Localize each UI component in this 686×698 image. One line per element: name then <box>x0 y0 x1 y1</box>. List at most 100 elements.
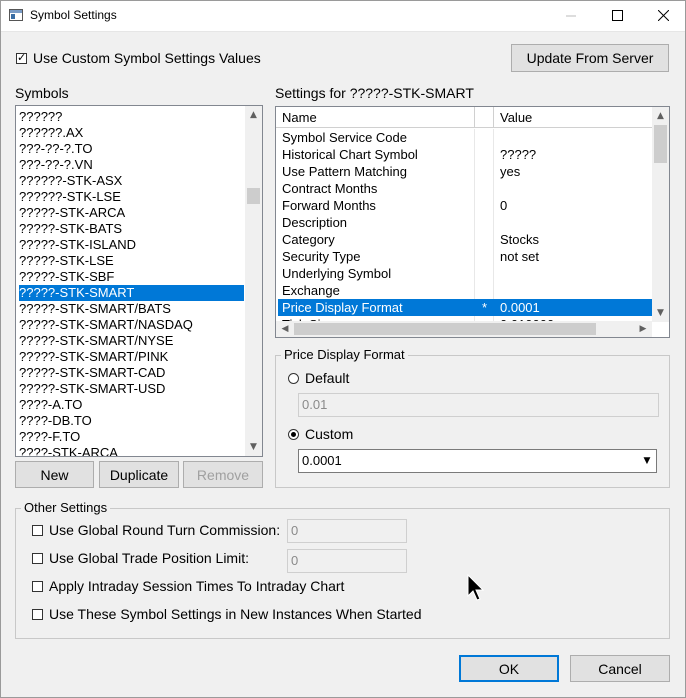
scroll-up-icon[interactable]: ▲ <box>245 108 262 122</box>
settings-row[interactable]: Description <box>278 214 652 231</box>
symbol-list-item[interactable]: ?????-STK-SBF <box>19 269 114 285</box>
symbol-list-item[interactable]: ?????-STK-SMART/PINK <box>19 349 168 365</box>
symbol-list-item[interactable]: ?????-STK-SMART-CAD <box>19 365 165 381</box>
setting-value[interactable]: Stocks <box>500 231 539 248</box>
grid-scroll-down-icon[interactable]: ▼ <box>652 306 669 320</box>
update-from-server-button[interactable]: Update From Server <box>511 44 669 72</box>
settings-row[interactable]: Underlying Symbol <box>278 265 652 282</box>
grid-body: Symbol Service Code Historical Chart Symb… <box>278 129 652 321</box>
col-name-header[interactable]: Name <box>282 110 317 125</box>
scroll-thumb[interactable] <box>247 188 260 204</box>
symbol-list-item[interactable]: ?????-STK-ARCA <box>19 205 125 221</box>
settings-row[interactable]: Category Stocks <box>278 231 652 248</box>
symbol-list-item[interactable]: ?????-STK-SMART/NYSE <box>19 333 173 349</box>
grid-scroll-thumb[interactable] <box>654 125 667 163</box>
grid-vscrollbar[interactable]: ▲ ▼ <box>652 107 669 322</box>
setting-name: Exchange <box>282 283 340 298</box>
other-settings-title: Other Settings <box>21 500 111 515</box>
symbol-list-item[interactable]: ??????-STK-LSE <box>19 189 121 205</box>
ok-button[interactable]: OK <box>459 655 559 682</box>
setting-modified-flag: * <box>482 300 488 315</box>
settings-row[interactable]: Symbol Service Code <box>278 129 652 146</box>
grid-scroll-right-icon[interactable]: ▶ <box>636 321 650 337</box>
grid-hscroll-thumb[interactable] <box>294 323 596 335</box>
settings-for-label: Settings for ?????-STK-SMART <box>275 85 474 101</box>
maximize-button[interactable] <box>594 0 640 31</box>
symbol-list-item[interactable]: ??????-STK-ASX <box>19 173 122 189</box>
symbols-listbox[interactable]: ?????? ??????.AX ???-??-?.TO ???-??-?.VN???… <box>15 105 263 457</box>
default-radio[interactable] <box>288 373 299 384</box>
setting-name: Security Type <box>282 249 361 264</box>
symbol-list-item[interactable]: ??????.AX <box>19 125 83 141</box>
title-bar: Symbol Settings <box>0 0 686 32</box>
setting-value[interactable]: not set <box>500 248 539 265</box>
global-position-checkbox[interactable] <box>32 553 43 564</box>
settings-row[interactable]: Price Display Format * 0.0001 <box>278 299 652 316</box>
symbol-list-item[interactable]: ?????? <box>19 109 62 125</box>
setting-name: Underlying Symbol <box>282 266 392 281</box>
close-icon <box>657 10 669 21</box>
use-custom-label: Use Custom Symbol Settings Values <box>33 50 261 66</box>
grid-hscrollbar[interactable]: ◀ ▶ <box>276 321 652 337</box>
symbol-list-item[interactable]: ???-??-?.TO <box>19 141 92 157</box>
custom-format-value: 0.0001 <box>302 453 342 468</box>
col-value-header[interactable]: Value <box>500 110 532 125</box>
scroll-down-icon[interactable]: ▼ <box>245 440 262 454</box>
setting-name: Category <box>282 232 335 247</box>
new-instances-checkbox[interactable] <box>32 609 43 620</box>
settings-row[interactable]: Security Type not set <box>278 248 652 265</box>
symbol-list-item[interactable]: ????-F.TO <box>19 429 80 445</box>
symbol-list-item[interactable]: ???-??-?.VN <box>19 157 93 173</box>
window-title: Symbol Settings <box>30 8 117 22</box>
settings-row[interactable]: Exchange <box>278 282 652 299</box>
grid-scroll-left-icon[interactable]: ◀ <box>278 321 292 337</box>
symbol-list-item[interactable]: ?????-STK-SMART <box>19 285 244 301</box>
price-format-title: Price Display Format <box>281 347 408 362</box>
custom-format-select[interactable]: 0.0001 ▼ <box>298 449 657 473</box>
settings-row[interactable]: Forward Months 0 <box>278 197 652 214</box>
setting-value[interactable]: 0 <box>500 197 507 214</box>
symbol-list-item[interactable]: ????-STK-ARCA <box>19 445 118 456</box>
setting-value[interactable]: 0.0001 <box>500 299 540 316</box>
symbol-list-item[interactable]: ?????-STK-SMART/NASDAQ <box>19 317 193 333</box>
chevron-down-icon[interactable]: ▼ <box>639 451 655 471</box>
cancel-button[interactable]: Cancel <box>570 655 670 682</box>
grid-scroll-up-icon[interactable]: ▲ <box>652 109 669 123</box>
symbol-list-item[interactable]: ?????-STK-LSE <box>19 253 114 269</box>
setting-name: Symbol Service Code <box>282 130 407 145</box>
setting-name: Contract Months <box>282 181 378 196</box>
setting-name: Description <box>282 215 348 230</box>
symbol-list-item[interactable]: ????-DB.TO <box>19 413 92 429</box>
settings-row[interactable]: Historical Chart Symbol????? <box>278 146 652 163</box>
grid-header: Name Value <box>276 107 652 128</box>
minimize-button[interactable] <box>548 0 594 31</box>
intraday-session-label: Apply Intraday Session Times To Intraday… <box>49 578 345 594</box>
setting-value[interactable]: ????? <box>500 146 536 163</box>
remove-button[interactable]: Remove <box>183 461 263 488</box>
symbols-list: ?????? ??????.AX ???-??-?.TO ???-??-?.VN???… <box>16 106 246 456</box>
symbol-list-item[interactable]: ????-A.TO <box>19 397 82 413</box>
default-format-field: 0.01 <box>298 393 659 417</box>
new-button[interactable]: New <box>15 461 94 488</box>
symbol-list-item[interactable]: ?????-STK-SMART-USD <box>19 381 165 397</box>
global-commission-label: Use Global Round Turn Commission: <box>49 522 281 538</box>
duplicate-button[interactable]: Duplicate <box>99 461 179 488</box>
custom-radio[interactable] <box>288 429 299 440</box>
use-custom-checkbox[interactable] <box>16 51 27 64</box>
close-button[interactable] <box>640 0 686 31</box>
symbol-list-item[interactable]: ?????-STK-ISLAND <box>19 237 136 253</box>
symbols-scrollbar[interactable]: ▲ ▼ <box>245 106 262 456</box>
symbol-list-item[interactable]: ?????-STK-BATS <box>19 221 122 237</box>
setting-name: Price Display Format <box>282 300 403 315</box>
symbol-list-item[interactable]: ?????-STK-SMART/BATS <box>19 301 171 317</box>
setting-value[interactable]: yes <box>500 163 520 180</box>
minimize-icon <box>566 15 576 16</box>
global-commission-checkbox[interactable] <box>32 525 43 536</box>
settings-row[interactable]: Use Pattern Matching yes <box>278 163 652 180</box>
settings-row[interactable]: Contract Months <box>278 180 652 197</box>
mouse-cursor-icon <box>467 573 485 605</box>
global-position-label: Use Global Trade Position Limit: <box>49 550 249 566</box>
setting-name: Use Pattern Matching <box>282 164 408 179</box>
intraday-session-checkbox[interactable] <box>32 581 43 592</box>
settings-grid[interactable]: Name Value Symbol Service Code Historical… <box>275 106 670 338</box>
